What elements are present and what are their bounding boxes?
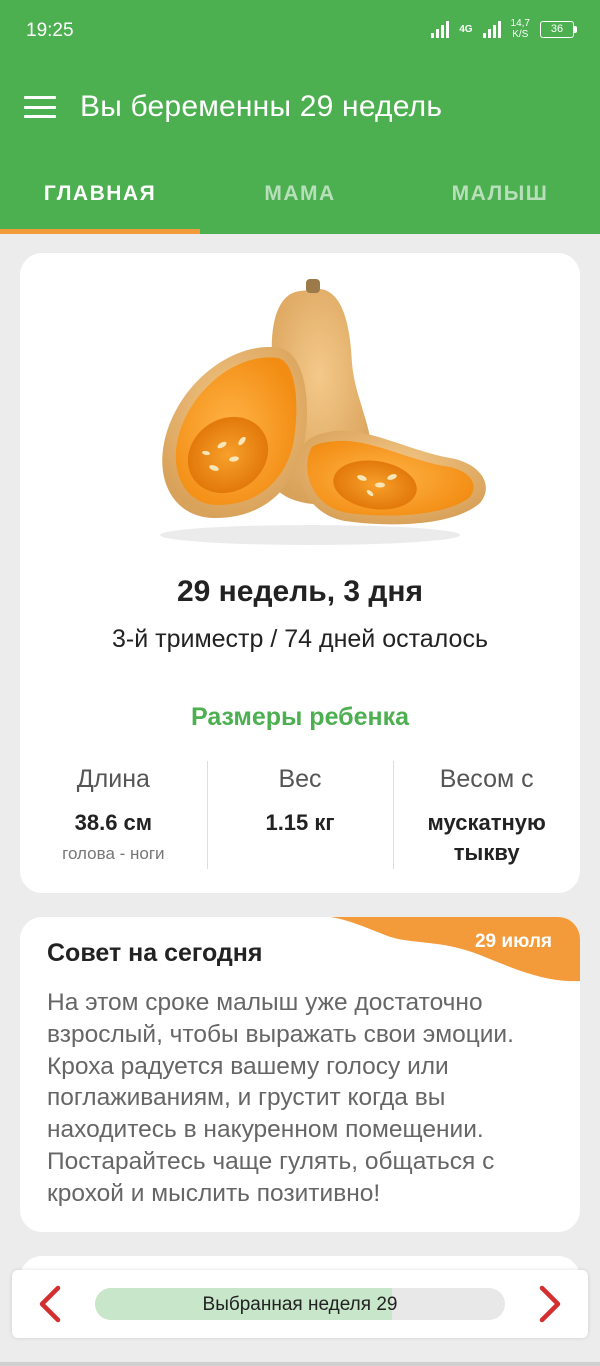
hamburger-menu-icon[interactable] bbox=[24, 96, 56, 120]
system-nav-indicator bbox=[0, 1362, 600, 1366]
stat-comparison: Весом с мускатную тыкву bbox=[393, 761, 580, 869]
status-bar: 19:25 4G 14,7 K/S 36 bbox=[0, 0, 600, 60]
stat-length-label: Длина bbox=[76, 765, 150, 793]
tab-main[interactable]: ГЛАВНАЯ bbox=[0, 158, 200, 234]
signal-icon bbox=[431, 20, 450, 38]
week-selector: Выбранная неделя 29 bbox=[12, 1270, 588, 1338]
signal-icon-2 bbox=[482, 20, 501, 38]
previous-week-chevron-icon[interactable] bbox=[34, 1284, 64, 1324]
net-speed-value: 14,7 bbox=[510, 18, 530, 29]
next-week-chevron-icon[interactable] bbox=[536, 1284, 566, 1324]
stat-length-note: голова - ноги bbox=[62, 844, 165, 863]
net-speed: 14,7 K/S bbox=[511, 18, 530, 40]
selected-week-label: Выбранная неделя 29 bbox=[202, 1294, 398, 1315]
net-speed-unit: K/S bbox=[512, 29, 529, 40]
stat-length-value: 38.6 см bbox=[74, 810, 153, 835]
tab-bar: ГЛАВНАЯ МАМА МАЛЫШ bbox=[0, 158, 600, 234]
stat-weight: Вес 1.15 кг bbox=[206, 761, 394, 869]
stat-length: Длина 38.6 см голова - ноги bbox=[20, 761, 207, 869]
stat-comparison-label: Весом с bbox=[439, 765, 534, 793]
baby-stats: Длина 38.6 см голова - ноги Вес 1.15 кг … bbox=[20, 761, 580, 869]
tab-mom[interactable]: МАМА bbox=[200, 158, 400, 234]
stat-weight-label: Вес bbox=[278, 765, 322, 793]
baby-sizes-heading: Размеры ребенка bbox=[190, 703, 410, 731]
stat-comparison-value: мускатную тыкву bbox=[427, 810, 546, 865]
status-time: 19:25 bbox=[26, 20, 74, 41]
tip-title: Совет на сегодня bbox=[47, 939, 263, 967]
page-title: Вы беременны 29 недель bbox=[80, 90, 443, 123]
week-info-card: 29 недель, 3 дня 3-й триместр / 74 дней … bbox=[20, 253, 580, 893]
tip-text: На этом сроке малыш уже достаточно взрос… bbox=[47, 989, 514, 1207]
week-day-title: 29 недель, 3 дня bbox=[176, 575, 424, 608]
battery-level: 36 bbox=[550, 22, 564, 35]
trimester-remaining: 3-й триместр / 74 дней осталось bbox=[112, 625, 488, 653]
tip-date: 29 июля bbox=[474, 931, 552, 952]
tab-baby[interactable]: МАЛЫШ bbox=[400, 158, 600, 234]
app-bar: Вы беременны 29 недель bbox=[0, 60, 600, 158]
status-icons: 4G 14,7 K/S 36 bbox=[431, 18, 577, 40]
stat-weight-value: 1.15 кг bbox=[265, 810, 335, 835]
network-type-label: 4G bbox=[459, 23, 473, 35]
butternut-squash-image bbox=[160, 279, 486, 545]
daily-tip-card: 29 июля Совет на сегодня На этом сроке м… bbox=[20, 917, 580, 1232]
battery-icon: 36 bbox=[540, 20, 577, 38]
week-progress-bar[interactable]: Выбранная неделя 29 bbox=[95, 1288, 505, 1320]
